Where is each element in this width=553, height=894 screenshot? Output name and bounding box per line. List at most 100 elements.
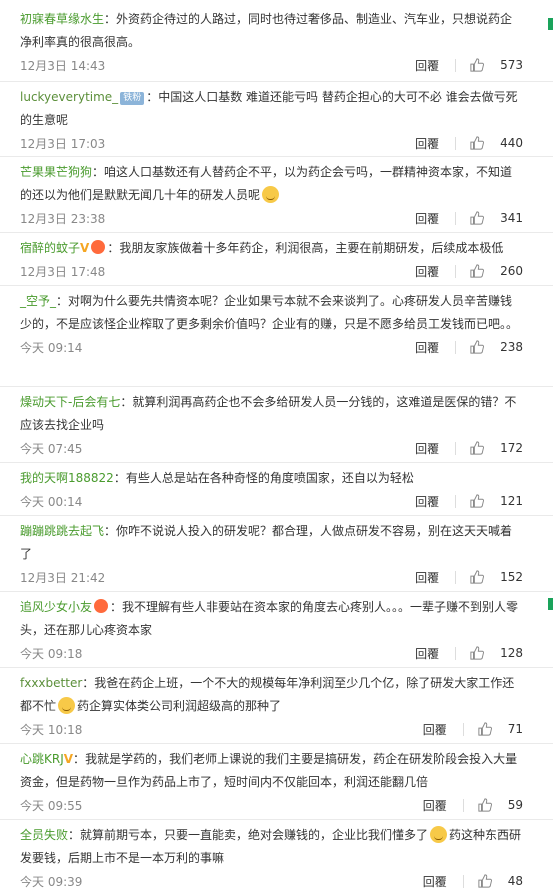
comment-body: 就算前期亏本，只要一直能卖，绝对会赚钱的，企业比我们懂多了 [80, 828, 429, 842]
comment-text: _空予_：对啊为什么要先共情资本呢？企业如果亏本就不会来谈判了。心疼研发人员辛苦… [20, 290, 523, 336]
comment-item: 我的天啊188822：有些人总是站在各种奇怪的角度喷国家，还自以为轻松 今天 0… [0, 463, 553, 516]
like-count: 238 [500, 340, 523, 354]
comment-text: 芒果果芒狗狗：咱这人口基数还有人替药企不平，以为药企会亏吗，一群精神资本家，不知… [20, 161, 523, 207]
like-button[interactable]: 152 [470, 570, 523, 584]
comment-username[interactable]: 蹦蹦跳跳去起飞 [20, 524, 104, 538]
comment-username[interactable]: 追风少女小友 [20, 600, 92, 614]
like-button[interactable]: 128 [470, 646, 523, 660]
reply-button[interactable]: 回覆 [423, 721, 447, 738]
divider [455, 264, 457, 278]
comment-username[interactable]: 燥动天下-后会有七 [20, 395, 120, 409]
comment-username[interactable]: 我的天啊188822 [20, 471, 114, 485]
emoji-icon [58, 697, 76, 714]
comment-item: 初寐春草缘水生：外资药企待过的人路过，同时也待过奢侈品、制造业、汽车业，只想说药… [0, 0, 553, 82]
like-count: 172 [500, 441, 523, 455]
thumbs-up-icon [478, 722, 492, 736]
comment-username[interactable]: fxxxbetter [20, 676, 82, 690]
comment-colon: ： [110, 600, 123, 614]
reply-button[interactable]: 回覆 [415, 493, 439, 510]
reply-button[interactable]: 回覆 [415, 57, 439, 74]
like-button[interactable]: 71 [478, 722, 523, 736]
like-count: 48 [507, 874, 523, 888]
comment-item: 蹦蹦跳跳去起飞：你咋不说说人投入的研发呢？都合理，人做点研发不容易，别在这天天喊… [0, 516, 553, 592]
comment-text: 宿醉的蚊子V ：我朋友家族做着十多年药企，利润很高，主要在前期研发，后续成本极低 [20, 237, 523, 260]
comment-text: 燥动天下-后会有七：就算利润再高药企也不会多给研发人员一分钱的，这难道是医保的错… [20, 391, 523, 437]
comment-item: 追风少女小友 ：我不理解有些人非要站在资本家的角度去心疼别人。。。一辈子赚不到别人… [0, 592, 553, 668]
like-button[interactable]: 440 [470, 136, 523, 150]
like-count: 260 [500, 264, 523, 278]
comment-colon: ： [113, 471, 126, 485]
like-button[interactable]: 59 [478, 798, 523, 812]
comment-text: 追风少女小友 ：我不理解有些人非要站在资本家的角度去心疼别人。。。一辈子赚不到别人… [20, 596, 523, 642]
comment-username[interactable]: 心跳KRJ [20, 752, 64, 766]
thumbs-up-icon [470, 441, 485, 455]
comment-body: 有些人总是站在各种奇怪的角度喷国家，还自以为轻松 [125, 471, 414, 485]
like-button[interactable]: 260 [470, 264, 523, 278]
like-count: 121 [500, 494, 523, 508]
reply-button[interactable]: 回覆 [423, 873, 447, 890]
reply-button[interactable]: 回覆 [415, 263, 439, 280]
comment-meta: 12月3日 17:03 回覆 440 [20, 132, 523, 154]
comment-date: 今天 07:45 [20, 441, 83, 456]
thumbs-up-icon [470, 136, 485, 150]
like-count: 341 [500, 211, 523, 225]
comment-colon: ： [56, 294, 69, 308]
thumbs-up-icon [470, 570, 485, 584]
divider [462, 722, 464, 736]
comment-meta: 今天 09:14 回覆 238 [20, 336, 523, 358]
comment-date: 12月3日 23:38 [20, 211, 106, 226]
comment-username[interactable]: 全员失败 [20, 828, 68, 842]
comment-meta: 今天 00:14 回覆 121 [20, 490, 523, 512]
divider [455, 570, 457, 584]
comment-body: 我朋友家族做着十多年药企，利润很高，主要在前期研发，后续成本极低 [119, 241, 504, 255]
comment-body: 我就是学药的，我们老师上课说的我们主要是搞研发，药企在研发阶段会投入大量资金，但… [20, 752, 518, 789]
emoji-icon [262, 186, 280, 203]
comment-username[interactable]: luckyeverytime_ [20, 90, 118, 104]
comment-text: luckyeverytime_ 铁粉 ：中国这人口基数 难道还能亏吗 替药企担心的大… [20, 86, 523, 132]
comment-username[interactable]: _空予_ [20, 294, 56, 308]
comment-date: 今天 09:55 [20, 798, 83, 813]
reply-button[interactable]: 回覆 [415, 440, 439, 457]
comment-item: 心跳KRJV：我就是学药的，我们老师上课说的我们主要是搞研发，药企在研发阶段会投… [0, 744, 553, 820]
comment-date: 12月3日 14:43 [20, 58, 106, 73]
comment-text: 初寐春草缘水生：外资药企待过的人路过，同时也待过奢侈品、制造业、汽车业，只想说药… [20, 8, 523, 54]
comment-item: luckyeverytime_ 铁粉 ：中国这人口基数 难道还能亏吗 替药企担心的大… [0, 82, 553, 157]
comment-date: 今天 09:39 [20, 874, 83, 889]
like-count: 59 [507, 798, 523, 812]
comment-meta: 12月3日 23:38 回覆 341 [20, 207, 523, 229]
comment-username[interactable]: 芒果果芒狗狗 [20, 165, 92, 179]
comment-item: fxxxbetter：我爸在药企上班，一个不大的规模每年净利润至少几个亿，除了研… [0, 668, 553, 744]
reply-button[interactable]: 回覆 [415, 339, 439, 356]
comment-colon: ： [104, 12, 117, 26]
comment-date: 今天 09:18 [20, 646, 83, 661]
divider [462, 874, 464, 888]
emoji-icon [430, 826, 448, 843]
side-marker [548, 18, 553, 30]
like-button[interactable]: 238 [470, 340, 523, 354]
comment-colon: ： [82, 676, 95, 690]
fan-badge: 铁粉 [120, 92, 145, 105]
like-button[interactable]: 341 [470, 211, 523, 225]
divider [455, 646, 457, 660]
reply-button[interactable]: 回覆 [423, 797, 447, 814]
like-button[interactable]: 573 [470, 58, 523, 72]
reply-button[interactable]: 回覆 [415, 569, 439, 586]
like-button[interactable]: 48 [478, 874, 523, 888]
reply-button[interactable]: 回覆 [415, 135, 439, 152]
comment-meta: 今天 07:45 回覆 172 [20, 437, 523, 459]
thumbs-up-icon [470, 494, 485, 508]
thumbs-up-icon [470, 264, 485, 278]
reply-button[interactable]: 回覆 [415, 210, 439, 227]
comment-meta: 12月3日 17:48 回覆 260 [20, 260, 523, 282]
comment-meta: 12月3日 14:43 回覆 573 [20, 54, 523, 76]
comment-list: 初寐春草缘水生：外资药企待过的人路过，同时也待过奢侈品、制造业、汽车业，只想说药… [0, 0, 553, 894]
comment-username[interactable]: 宿醉的蚊子 [20, 241, 80, 255]
thumbs-up-icon [470, 58, 485, 72]
like-button[interactable]: 172 [470, 441, 523, 455]
reply-button[interactable]: 回覆 [415, 645, 439, 662]
comment-username[interactable]: 初寐春草缘水生 [20, 12, 104, 26]
comment-date: 12月3日 21:42 [20, 570, 106, 585]
side-marker [548, 598, 553, 610]
thumbs-up-icon [478, 798, 492, 812]
like-button[interactable]: 121 [470, 494, 523, 508]
